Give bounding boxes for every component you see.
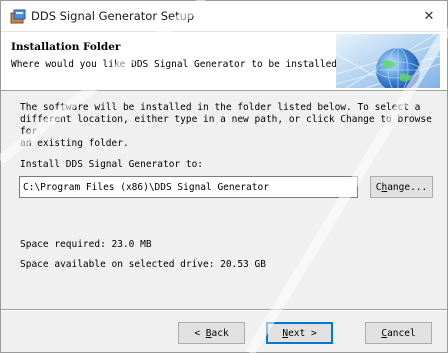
install-location-label: Install DDS Signal Generator to: — [20, 159, 204, 170]
page-subtitle: Where would you like DDS Signal Generato… — [11, 59, 343, 70]
close-icon: ✕ — [423, 8, 435, 24]
installer-box-icon — [10, 9, 26, 24]
globe-network-banner — [336, 34, 440, 88]
description-text: The software will be installed in the fo… — [20, 102, 432, 149]
change-button[interactable]: Ch ange... — [370, 176, 433, 198]
wizard-header: Installation Folder Where would you like… — [1, 32, 447, 91]
install-path-input[interactable] — [19, 176, 358, 198]
window-title: DDS Signal Generator Setup — [31, 9, 195, 23]
space-available-text: Space available on selected drive: 20.53… — [20, 259, 266, 270]
space-required-text: Space required: 23.0 MB — [20, 239, 152, 250]
next-button[interactable]: Next > — [266, 322, 333, 344]
footer-divider — [1, 309, 447, 310]
close-button[interactable]: ✕ — [411, 1, 447, 31]
title-bar[interactable]: DDS Signal Generator Setup ✕ — [1, 1, 447, 32]
page-title: Installation Folder — [11, 41, 121, 53]
setup-dialog: DDS Signal Generator Setup ✕ Installatio… — [0, 0, 448, 353]
cancel-button[interactable]: Cancel — [365, 322, 432, 344]
back-button[interactable]: < Back — [178, 322, 245, 344]
